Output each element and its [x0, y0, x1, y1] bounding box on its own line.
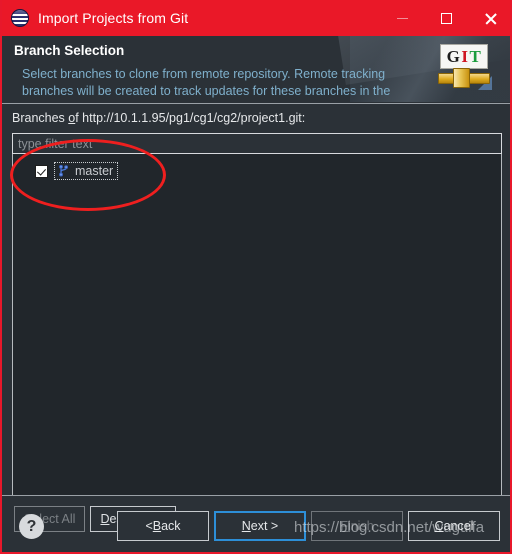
page-title: Branch Selection	[14, 43, 125, 58]
branch-name: master	[75, 164, 114, 178]
page-description: Select branches to clone from remote rep…	[22, 67, 391, 98]
wizard-header: GIT Branch Selection Select branches to …	[2, 36, 510, 104]
deselect-all-mnemonic: D	[100, 512, 110, 526]
back-label: ack	[161, 519, 181, 533]
git-logo-t: T	[469, 47, 482, 66]
cancel-label: ancel	[443, 519, 474, 533]
list-item[interactable]: master	[13, 160, 501, 182]
window-controls	[380, 0, 510, 36]
branch-checkbox[interactable]	[35, 164, 48, 178]
git-logo-i: I	[461, 47, 469, 66]
git-logo-g: G	[446, 47, 461, 66]
eclipse-icon	[12, 10, 28, 26]
close-button[interactable]	[468, 0, 510, 36]
minimize-button[interactable]	[380, 0, 424, 36]
close-icon	[484, 12, 497, 25]
git-logo-pipe-center	[453, 68, 470, 88]
import-projects-dialog: Import Projects from Git GIT Branch Sele…	[0, 0, 512, 554]
filter-input[interactable]	[12, 133, 502, 154]
branch-list[interactable]: master	[12, 154, 502, 496]
next-mnemonic: N	[241, 519, 251, 533]
back-button[interactable]: < Back	[117, 511, 209, 541]
cancel-button[interactable]: Cancel	[408, 511, 500, 541]
back-mnemonic: B	[152, 519, 162, 533]
next-button[interactable]: Next >	[214, 511, 306, 541]
next-label: ext >	[250, 519, 279, 533]
maximize-icon	[440, 12, 452, 24]
dialog-body: Branches of http://10.1.1.95/pg1/cg1/cg2…	[2, 104, 510, 552]
git-branch-icon	[59, 164, 69, 177]
branches-label-suffix: f http://10.1.1.95/pg1/cg1/cg2/project1.…	[75, 111, 306, 125]
window-title: Import Projects from Git	[38, 10, 189, 26]
finish-mnemonic: F	[340, 519, 348, 533]
maximize-button[interactable]	[424, 0, 468, 36]
back-prefix: <	[145, 519, 153, 533]
footer-buttons: < Back Next > Finish Cancel	[117, 511, 500, 541]
branches-label: Branches of http://10.1.1.95/pg1/cg1/cg2…	[12, 111, 305, 125]
branch-label-focus-wrapper[interactable]: master	[54, 162, 119, 180]
footer-separator	[2, 495, 510, 496]
git-logo-plate: GIT	[440, 44, 488, 69]
cancel-mnemonic: C	[434, 519, 444, 533]
branches-label-prefix: Branches	[12, 111, 69, 125]
minimize-icon	[396, 17, 408, 19]
help-button[interactable]: ?	[19, 514, 44, 539]
title-bar: Import Projects from Git	[2, 0, 510, 36]
git-logo-icon: GIT	[432, 44, 496, 96]
finish-button[interactable]: Finish	[311, 511, 403, 541]
finish-label: inish	[347, 519, 374, 533]
